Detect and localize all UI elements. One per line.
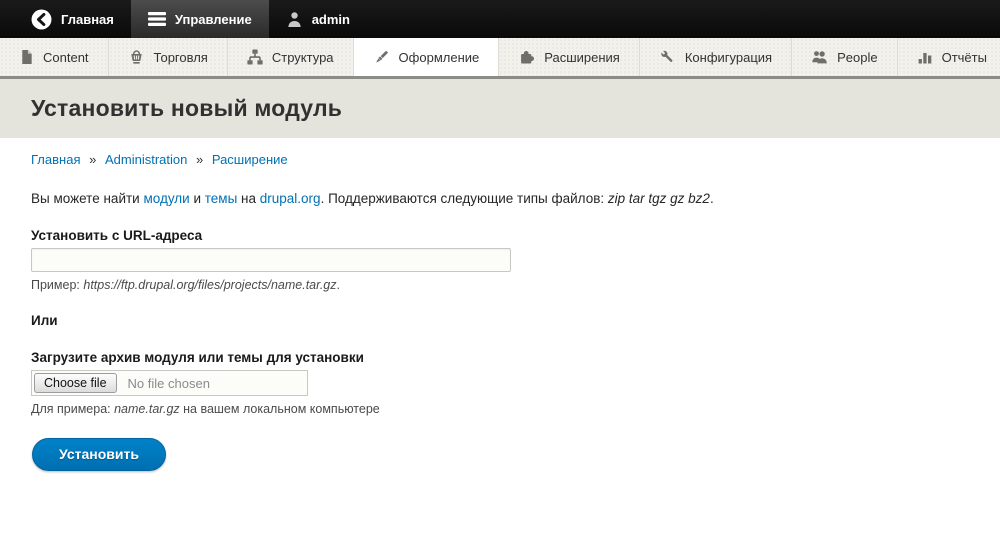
user-icon	[286, 11, 303, 28]
tab-content[interactable]: Content	[0, 38, 109, 76]
back-circle-icon	[31, 9, 52, 30]
topbar-user-label: admin	[312, 12, 350, 27]
tab-reports[interactable]: Отчёты	[898, 38, 1000, 76]
tab-label: Оформление	[399, 50, 480, 65]
or-label: Или	[31, 313, 969, 328]
description-segment: Для примера:	[31, 402, 114, 416]
url-input[interactable]	[31, 248, 511, 272]
cart-icon	[128, 49, 145, 65]
tab-label: Content	[43, 50, 89, 65]
url-field-group: Установить с URL-адреса Пример: https://…	[31, 228, 969, 292]
tab-label: Отчёты	[942, 50, 987, 65]
url-field-label: Установить с URL-адреса	[31, 228, 969, 243]
intro-segment: .	[710, 191, 714, 206]
tab-appearance[interactable]: Оформление	[354, 38, 500, 76]
topbar-home-button[interactable]: Главная	[0, 0, 131, 38]
admin-toolbar: Content Торговля Структура Оформление Ра…	[0, 38, 1000, 79]
breadcrumb: Главная » Administration » Расширение	[31, 152, 969, 167]
menu-icon	[148, 12, 166, 26]
breadcrumb-administration-link[interactable]: Administration	[105, 152, 187, 167]
page-content: Главная » Administration » Расширение Вы…	[0, 152, 1000, 471]
people-icon	[811, 49, 828, 65]
choose-file-button[interactable]: Choose file	[34, 373, 117, 393]
topbar-home-label: Главная	[61, 12, 114, 27]
tab-label: People	[837, 50, 877, 65]
admin-topbar: Главная Управление admin	[0, 0, 1000, 38]
intro-segment: Вы можете найти	[31, 191, 143, 206]
tab-extend[interactable]: Расширения	[499, 38, 640, 76]
tab-label: Структура	[272, 50, 334, 65]
wrench-icon	[659, 49, 676, 65]
tab-label: Расширения	[544, 50, 620, 65]
tab-people[interactable]: People	[792, 38, 897, 76]
topbar-manage-label: Управление	[175, 12, 252, 27]
description-segment: .	[337, 278, 340, 292]
file-status-text: No file chosen	[128, 376, 210, 391]
url-example-text: https://ftp.drupal.org/files/projects/na…	[83, 278, 336, 292]
themes-link[interactable]: темы	[205, 191, 238, 206]
drupal-admin-screen: Главная Управление admin Content Т	[0, 0, 1000, 539]
tab-configuration[interactable]: Конфигурация	[640, 38, 792, 76]
paintbrush-icon	[373, 49, 390, 65]
tab-structure[interactable]: Структура	[228, 38, 354, 76]
url-field-description: Пример: https://ftp.drupal.org/files/pro…	[31, 278, 969, 292]
upload-field-description: Для примера: name.tar.gz на вашем локаль…	[31, 402, 969, 416]
description-segment: на вашем локальном компьютере	[180, 402, 380, 416]
modules-link[interactable]: модули	[143, 191, 189, 206]
description-segment: Пример:	[31, 278, 83, 292]
intro-segment: . Поддерживаются следующие типы файлов:	[321, 191, 608, 206]
sitemap-icon	[247, 49, 263, 65]
tab-label: Торговля	[154, 50, 208, 65]
breadcrumb-home-link[interactable]: Главная	[31, 152, 80, 167]
file-types-text: zip tar tgz gz bz2	[608, 191, 710, 206]
intro-segment: на	[237, 191, 259, 206]
file-example-text: name.tar.gz	[114, 402, 180, 416]
upload-field-group: Загрузите архив модуля или темы для уста…	[31, 350, 969, 416]
install-button[interactable]: Установить	[32, 438, 166, 471]
breadcrumb-extend-link[interactable]: Расширение	[212, 152, 288, 167]
barchart-icon	[917, 49, 933, 65]
tab-commerce[interactable]: Торговля	[109, 38, 228, 76]
drupal-org-link[interactable]: drupal.org	[260, 191, 321, 206]
breadcrumb-separator: »	[89, 152, 96, 167]
document-icon	[19, 49, 34, 65]
topbar-user-button[interactable]: admin	[269, 0, 367, 38]
intro-segment: и	[190, 191, 205, 206]
intro-text: Вы можете найти модули и темы на drupal.…	[31, 191, 969, 206]
page-header: Установить новый модуль	[0, 79, 1000, 138]
page-title: Установить новый модуль	[31, 95, 342, 122]
tab-label: Конфигурация	[685, 50, 772, 65]
topbar-manage-button[interactable]: Управление	[131, 0, 269, 38]
file-input[interactable]: Choose file No file chosen	[31, 370, 308, 396]
upload-field-label: Загрузите архив модуля или темы для уста…	[31, 350, 969, 365]
breadcrumb-separator: »	[196, 152, 203, 167]
puzzle-icon	[518, 49, 535, 65]
